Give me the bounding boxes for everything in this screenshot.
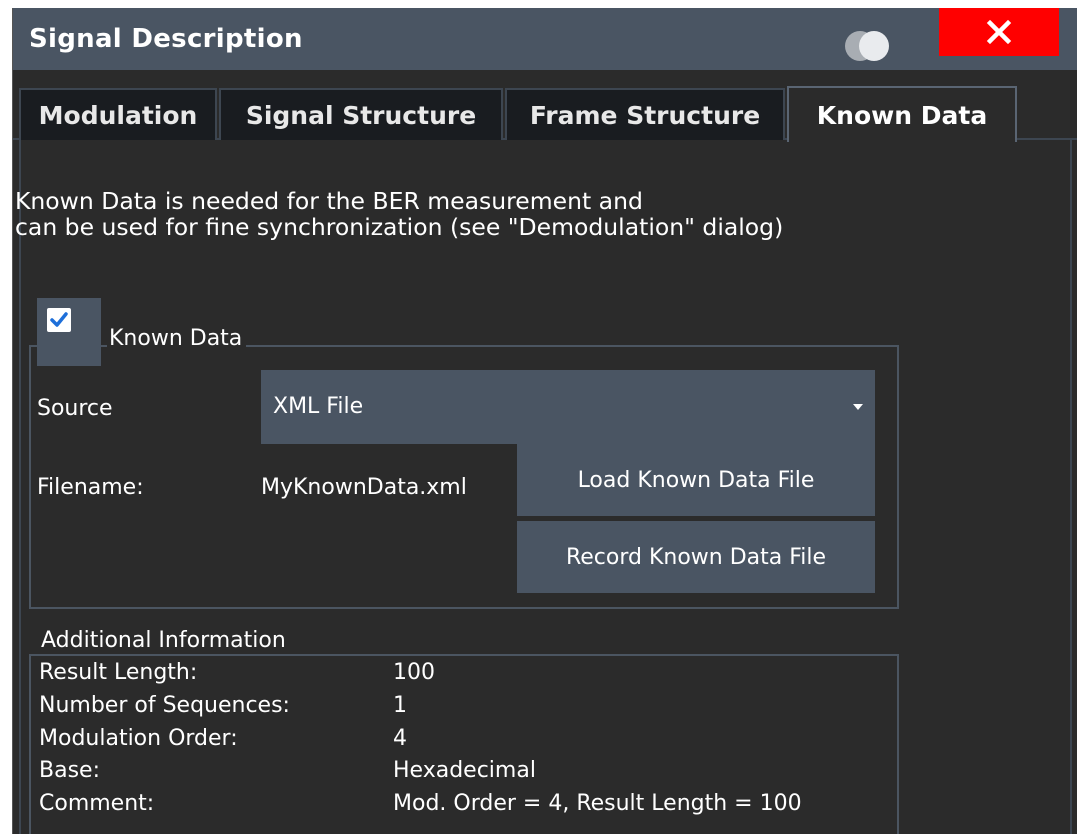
close-icon xyxy=(986,19,1012,45)
info-key-result-length: Result Length: xyxy=(39,660,198,685)
info-value-result-length: 100 xyxy=(393,660,435,685)
info-value-comment: Mod. Order = 4, Result Length = 100 xyxy=(393,791,802,816)
tab-modulation[interactable]: Modulation xyxy=(19,88,217,140)
info-key-base: Base: xyxy=(39,758,100,783)
source-label: Source xyxy=(37,396,113,421)
info-value-modulation-order: 4 xyxy=(393,726,407,751)
close-button[interactable] xyxy=(939,8,1059,56)
chevron-down-icon xyxy=(853,404,863,410)
tab-signal-structure[interactable]: Signal Structure xyxy=(219,88,503,140)
filename-label: Filename: xyxy=(37,475,144,500)
tab-frame-structure[interactable]: Frame Structure xyxy=(505,88,785,140)
info-key-modulation-order: Modulation Order: xyxy=(39,726,238,751)
signal-description-dialog: Signal Description Modulation Signal Str… xyxy=(12,8,1077,834)
known-data-checkbox[interactable] xyxy=(37,298,101,366)
description-line-1: Known Data is needed for the BER measure… xyxy=(15,187,643,215)
load-known-data-file-button[interactable]: Load Known Data File xyxy=(517,444,875,516)
description-line-2: can be used for fine synchronization (se… xyxy=(15,213,784,241)
checkbox-check-icon xyxy=(47,308,71,332)
record-known-data-file-button[interactable]: Record Known Data File xyxy=(517,521,875,593)
additional-information-label: Additional Information xyxy=(41,628,286,653)
info-value-number-of-sequences: 1 xyxy=(393,693,407,718)
filename-value: MyKnownData.xml xyxy=(261,475,467,500)
source-select[interactable]: XML File xyxy=(261,370,875,444)
title-bar: Signal Description xyxy=(13,8,1077,70)
source-select-value: XML File xyxy=(273,394,364,419)
info-key-comment: Comment: xyxy=(39,791,155,816)
tab-bar: Modulation Signal Structure Frame Struct… xyxy=(13,76,1077,142)
info-key-number-of-sequences: Number of Sequences: xyxy=(39,693,290,718)
info-value-base: Hexadecimal xyxy=(393,758,536,783)
known-data-checkbox-label: Known Data xyxy=(107,326,247,351)
toggle-icon[interactable] xyxy=(845,31,895,61)
tab-known-data[interactable]: Known Data xyxy=(787,86,1017,142)
dialog-title: Signal Description xyxy=(29,24,303,54)
